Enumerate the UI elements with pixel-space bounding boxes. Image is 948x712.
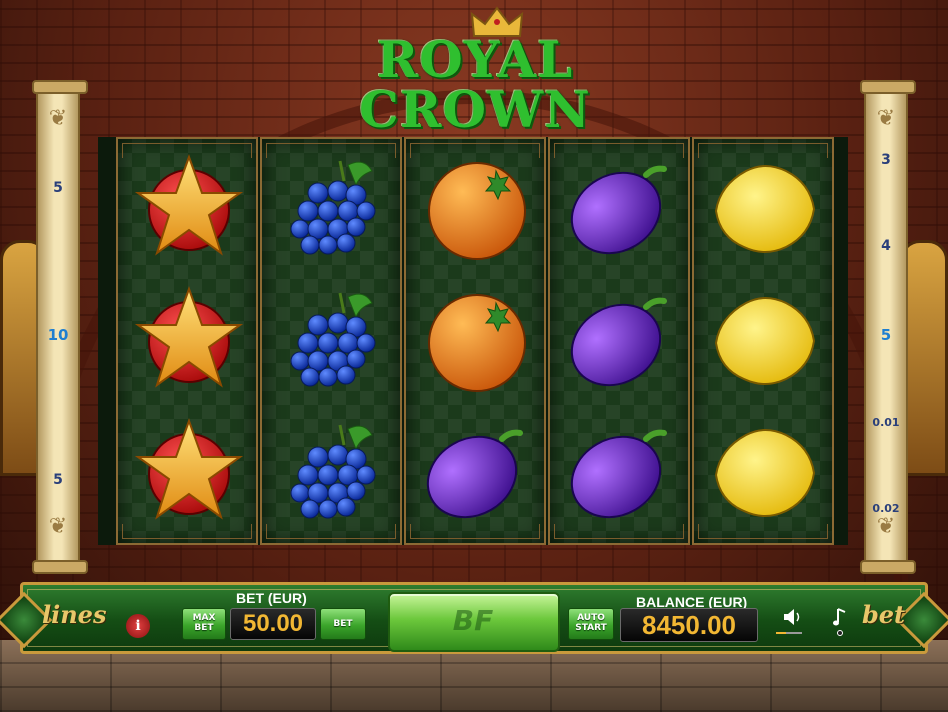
paytable-left-value: 5 — [53, 180, 63, 196]
game-title-line2: CROWN — [359, 80, 591, 139]
lemon-icon — [714, 165, 816, 253]
ornament-icon: ❦ — [876, 106, 896, 131]
star-icon — [134, 418, 244, 520]
reel-5 — [692, 137, 834, 545]
scroll-cap — [32, 80, 88, 94]
orange-icon — [428, 162, 526, 260]
grapes-icon — [290, 160, 376, 255]
balance-value: 8450.00 — [620, 608, 758, 642]
reel-1 — [116, 137, 258, 545]
plum-icon — [570, 429, 667, 519]
bet-title: BET (EUR) — [236, 590, 307, 606]
reel-area — [98, 137, 848, 545]
control-panel: lines i MAX BET BET (EUR) 50.00 BET BF A… — [0, 576, 948, 664]
plum-icon — [426, 429, 523, 519]
lines-button[interactable]: lines — [42, 600, 106, 629]
paytable-right-value: 0.01 — [872, 416, 900, 429]
ornament-icon: ❦ — [876, 514, 896, 539]
plum-icon — [570, 165, 667, 255]
scroll-cap — [860, 80, 916, 94]
max-bet-label: BET — [194, 623, 214, 633]
lemon-icon — [714, 297, 816, 385]
spin-button[interactable]: BF — [388, 592, 560, 652]
max-bet-button[interactable]: MAX BET — [182, 608, 226, 640]
music-note-icon[interactable] — [830, 606, 850, 636]
paytable-right: ❦ 3 4 5 0.01 0.02 ❦ — [860, 80, 916, 574]
paytable-left: ❦ 5 10 5 ❦ — [32, 80, 88, 574]
auto-start-button[interactable]: AUTO START — [568, 608, 614, 640]
paytable-left-value: 5 — [53, 472, 63, 488]
star-icon — [134, 286, 244, 388]
paytable-right-value: 3 — [881, 152, 891, 168]
ornament-icon: ❦ — [48, 106, 68, 131]
scroll-cap — [860, 560, 916, 574]
plum-icon — [570, 297, 667, 387]
star-icon — [134, 154, 244, 256]
info-button[interactable]: i — [126, 614, 150, 638]
lemon-icon — [714, 429, 816, 517]
bet-word-label[interactable]: bet — [862, 600, 905, 629]
bet-button[interactable]: BET — [320, 608, 366, 640]
bet-value: 50.00 — [230, 608, 316, 640]
auto-start-label: AUTO — [577, 613, 605, 623]
paytable-right-value: 4 — [881, 238, 891, 254]
paytable-right-value-highlight: 5 — [880, 326, 892, 344]
max-bet-label: MAX — [192, 613, 216, 623]
paytable-left-value-highlight: 10 — [47, 326, 69, 344]
volume-icon[interactable] — [774, 606, 804, 636]
orange-icon — [428, 294, 526, 392]
grapes-icon — [290, 292, 376, 387]
reel-4 — [548, 137, 690, 545]
auto-start-label: START — [575, 623, 607, 633]
scroll-cap — [32, 560, 88, 574]
grapes-icon — [290, 424, 376, 519]
ornament-icon: ❦ — [48, 514, 68, 539]
reel-3 — [404, 137, 546, 545]
bf-logo-icon: BF — [452, 604, 494, 637]
reel-2 — [260, 137, 402, 545]
